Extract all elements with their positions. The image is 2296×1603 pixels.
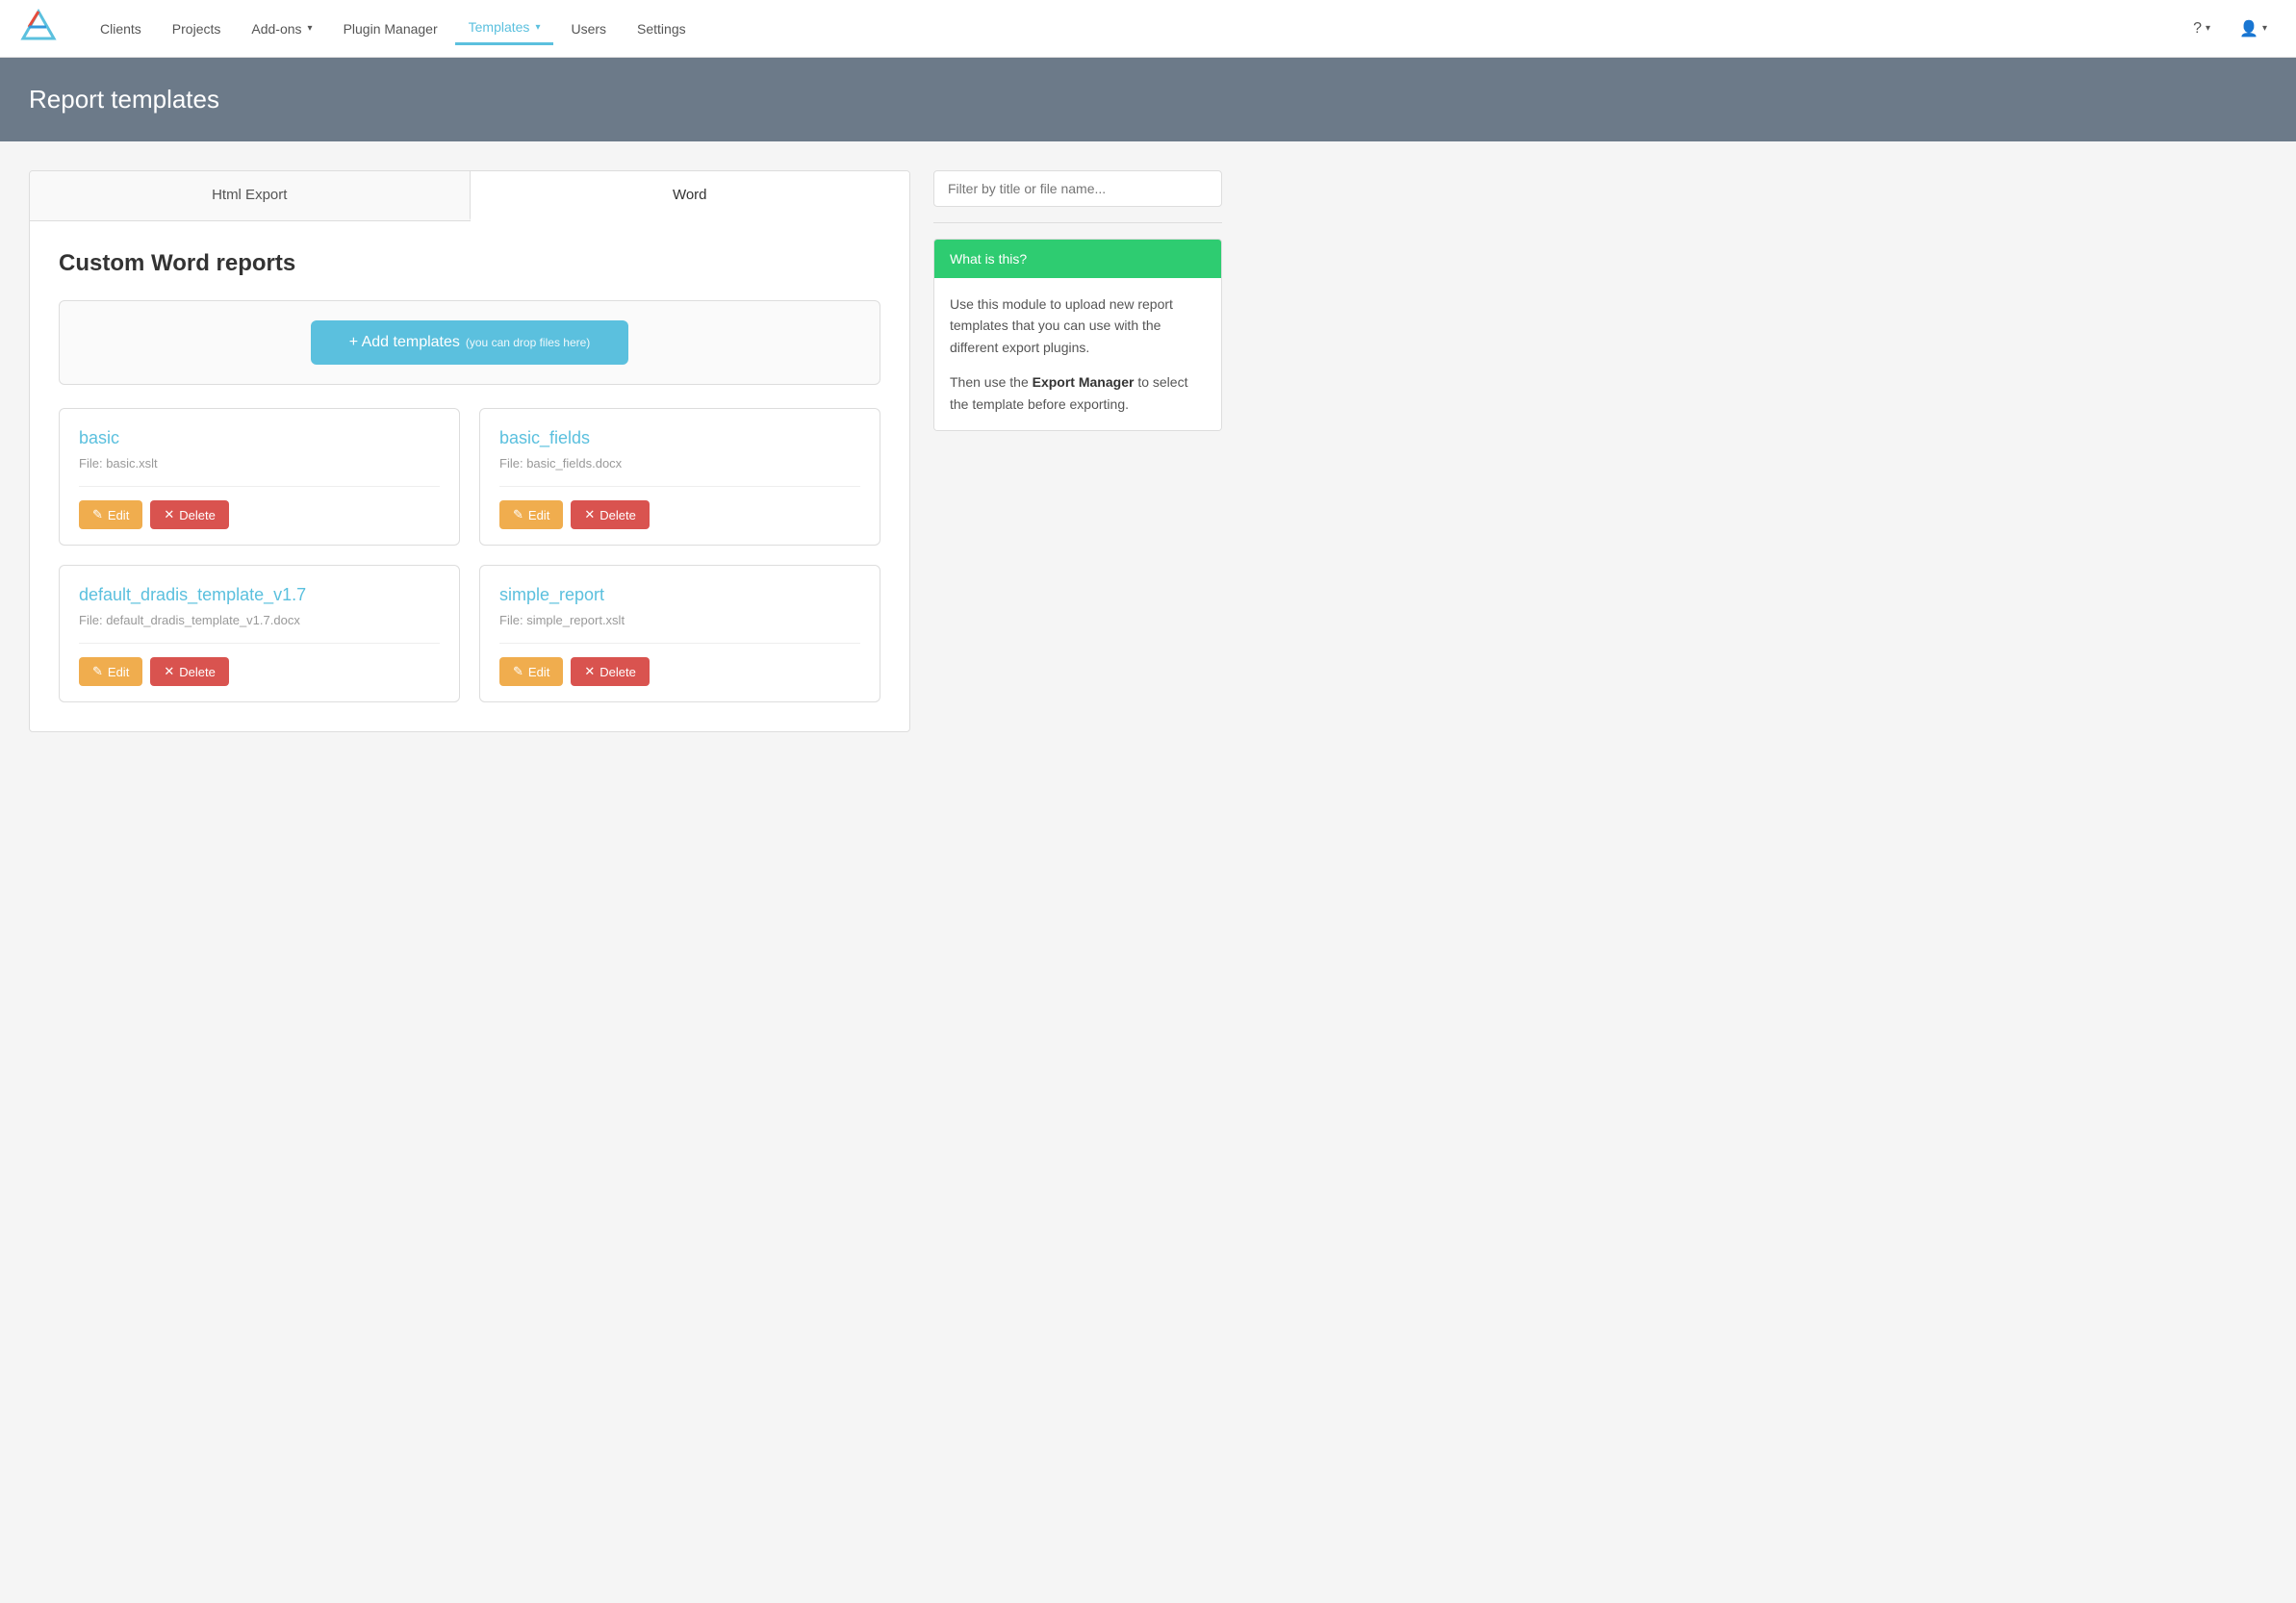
edit-button-basic-fields[interactable]: ✎ Edit [499,500,563,529]
nav-clients[interactable]: Clients [87,13,155,44]
pencil-icon: ✎ [92,507,103,522]
section-title: Custom Word reports [59,250,880,277]
pencil-icon: ✎ [92,664,103,679]
card-divider [499,643,860,644]
card-actions-basic: ✎ Edit ✕ Delete [79,500,440,529]
card-divider [79,486,440,487]
template-title-default-dradis[interactable]: default_dradis_template_v1.7 [79,585,440,605]
template-card-simple-report: simple_report File: simple_report.xslt ✎… [479,565,880,702]
template-title-simple-report[interactable]: simple_report [499,585,860,605]
user-menu-button[interactable]: 👤 ▾ [2230,12,2277,46]
edit-button-simple-report[interactable]: ✎ Edit [499,657,563,686]
main-content: Html Export Word Custom Word reports + A… [0,141,1251,761]
pencil-icon: ✎ [513,664,523,679]
delete-button-basic[interactable]: ✕ Delete [150,500,228,529]
nav-plugin-manager[interactable]: Plugin Manager [330,13,451,44]
add-templates-hint: (you can drop files here) [466,336,590,349]
add-templates-label: + Add templates [349,334,460,351]
template-card-basic-fields: basic_fields File: basic_fields.docx ✎ E… [479,408,880,546]
tab-html-export[interactable]: Html Export [30,171,471,220]
page-header: Report templates [0,58,2296,141]
times-icon: ✕ [584,507,595,522]
tabs-panel: Html Export Word Custom Word reports + A… [29,170,910,732]
tab-word-content: Custom Word reports + Add templates (you… [30,221,909,731]
template-filename-basic-fields: File: basic_fields.docx [499,456,860,471]
template-filename-default-dradis: File: default_dradis_template_v1.7.docx [79,613,440,627]
tab-word[interactable]: Word [471,171,910,221]
add-templates-button[interactable]: + Add templates (you can drop files here… [311,320,629,365]
navbar: Clients Projects Add-ons ▾ Plugin Manage… [0,0,2296,58]
nav-templates[interactable]: Templates ▾ [455,12,554,45]
what-is-this-header: What is this? [934,240,1221,278]
card-actions-default-dradis: ✎ Edit ✕ Delete [79,657,440,686]
tabs-header: Html Export Word [30,171,909,221]
add-templates-box: + Add templates (you can drop files here… [59,300,880,385]
nav-addons[interactable]: Add-ons ▾ [238,13,325,44]
times-icon: ✕ [164,507,174,522]
edit-button-basic[interactable]: ✎ Edit [79,500,142,529]
card-divider [79,643,440,644]
template-title-basic-fields[interactable]: basic_fields [499,428,860,448]
delete-button-default-dradis[interactable]: ✕ Delete [150,657,228,686]
template-filename-basic: File: basic.xslt [79,456,440,471]
page-title: Report templates [29,85,2267,114]
user-icon: 👤 [2239,19,2258,38]
card-divider [499,486,860,487]
template-filename-simple-report: File: simple_report.xslt [499,613,860,627]
nav-settings[interactable]: Settings [624,13,700,44]
what-is-this-para-2: Then use the Export Manager to select th… [950,371,1206,415]
templates-chevron-icon: ▾ [535,22,540,33]
delete-button-simple-report[interactable]: ✕ Delete [571,657,649,686]
help-icon: ? [2193,20,2202,38]
user-chevron-icon: ▾ [2262,23,2267,34]
nav-users[interactable]: Users [557,13,620,44]
filter-input[interactable] [933,170,1222,207]
what-is-this-body: Use this module to upload new report tem… [934,278,1221,430]
pencil-icon: ✎ [513,507,523,522]
addons-chevron-icon: ▾ [308,23,313,34]
nav-projects[interactable]: Projects [159,13,235,44]
template-title-basic[interactable]: basic [79,428,440,448]
card-actions-simple-report: ✎ Edit ✕ Delete [499,657,860,686]
what-is-this-box: What is this? Use this module to upload … [933,239,1222,431]
times-icon: ✕ [164,664,174,679]
brand-logo[interactable] [19,8,58,49]
export-manager-label: Export Manager [1033,374,1135,390]
delete-button-basic-fields[interactable]: ✕ Delete [571,500,649,529]
card-actions-basic-fields: ✎ Edit ✕ Delete [499,500,860,529]
templates-grid: basic File: basic.xslt ✎ Edit ✕ Delet [59,408,880,702]
sidebar-divider [933,222,1222,223]
times-icon: ✕ [584,664,595,679]
nav-right: ? ▾ 👤 ▾ [2183,12,2277,46]
template-card-default-dradis: default_dradis_template_v1.7 File: defau… [59,565,460,702]
help-button[interactable]: ? ▾ [2183,13,2220,45]
template-card-basic: basic File: basic.xslt ✎ Edit ✕ Delet [59,408,460,546]
what-is-this-para-1: Use this module to upload new report tem… [950,293,1206,358]
sidebar: What is this? Use this module to upload … [933,170,1222,732]
nav-links: Clients Projects Add-ons ▾ Plugin Manage… [87,12,2183,45]
help-chevron-icon: ▾ [2206,23,2210,34]
edit-button-default-dradis[interactable]: ✎ Edit [79,657,142,686]
